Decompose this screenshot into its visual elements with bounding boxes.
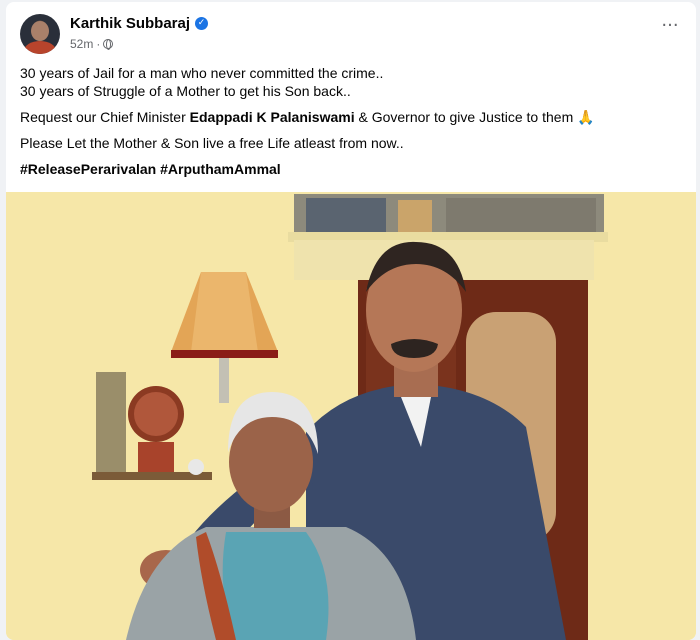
- more-options-icon[interactable]: ···: [658, 17, 682, 40]
- photo-illustration: [6, 192, 696, 640]
- line3-prefix: Request our Chief Minister: [20, 109, 190, 125]
- hashtag-arputham-ammal[interactable]: #ArputhamAmmal: [160, 161, 281, 177]
- post-text: 30 years of Jail for a man who never com…: [20, 64, 682, 178]
- post-line-1: 30 years of Jail for a man who never com…: [20, 65, 384, 81]
- author-avatar[interactable]: [20, 14, 60, 54]
- author-row: Karthik Subbaraj ✓: [70, 15, 209, 32]
- post-line-3: Request our Chief Minister Edappadi K Pa…: [20, 108, 682, 126]
- line3-suffix: & Governor to give Justice to them 🙏: [354, 109, 595, 125]
- post-line-2: 30 years of Struggle of a Mother to get …: [20, 83, 351, 99]
- globe-icon: [103, 39, 114, 50]
- hashtag-line: #ReleasePerarivalan #ArputhamAmmal: [20, 160, 682, 178]
- avatar-face: [31, 21, 49, 41]
- post-photo[interactable]: [6, 192, 696, 640]
- verified-badge-icon: ✓: [195, 17, 209, 30]
- chief-minister-name: Edappadi K Palaniswami: [189, 109, 355, 125]
- separator: ·: [96, 37, 101, 51]
- facebook-post: Karthik Subbaraj ✓ 52m · ··· 30 years of…: [6, 2, 696, 640]
- post-meta: 52m ·: [70, 37, 114, 51]
- hashtag-release-perarivalan[interactable]: #ReleasePerarivalan: [20, 161, 156, 177]
- author-name[interactable]: Karthik Subbaraj: [70, 15, 190, 32]
- post-timestamp[interactable]: 52m: [70, 37, 93, 51]
- post-header: Karthik Subbaraj ✓ 52m · ···: [20, 12, 682, 58]
- avatar-shirt: [24, 41, 56, 54]
- post-line-4: Please Let the Mother & Son live a free …: [20, 135, 404, 151]
